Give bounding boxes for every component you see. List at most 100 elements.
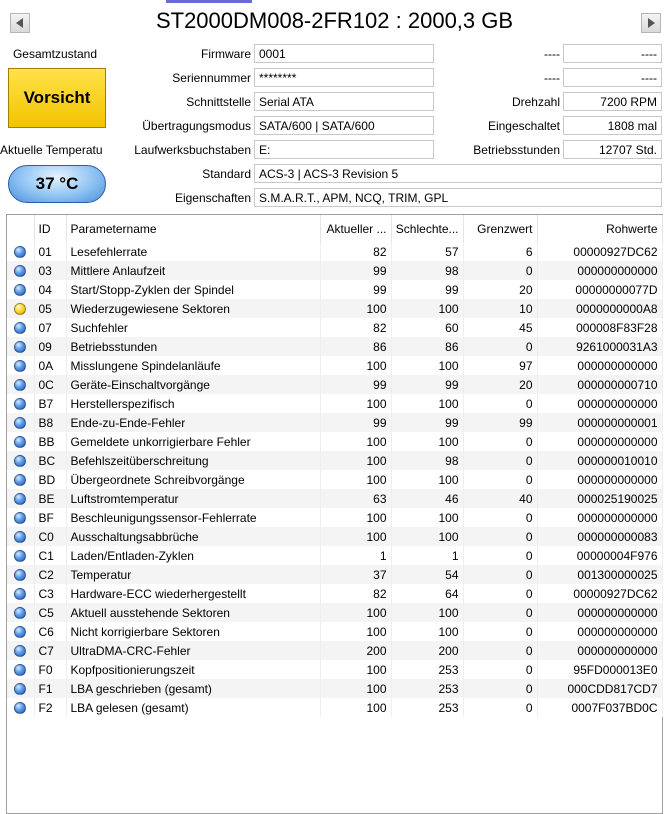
status-icon — [7, 261, 35, 280]
interface-field[interactable]: Serial ATA — [254, 92, 434, 111]
attribute-id: C1 — [34, 546, 67, 565]
raw-value: 000000000000 — [537, 641, 663, 660]
raw-value: 00000004F976 — [537, 546, 663, 565]
status-good-icon — [14, 265, 27, 278]
table-row[interactable]: BD Übergeordnete Schreibvorgänge 100 100 0 00… — [7, 470, 663, 489]
table-row[interactable]: 04 Start/Stopp-Zyklen der Spindel 99 99 20 00… — [7, 280, 663, 299]
standard-label: Standard — [202, 167, 251, 181]
status-icon — [7, 546, 35, 565]
col-header-status[interactable] — [7, 215, 35, 242]
power-on-hours-field[interactable]: 12707 Std. — [563, 140, 662, 159]
worst-value: 100 — [391, 394, 464, 413]
arrow-right-icon — [648, 18, 655, 28]
unknown-field-2[interactable]: ---- — [563, 68, 662, 87]
table-row[interactable]: BC Befehlszeitüberschreitung 100 98 0 0000000… — [7, 451, 663, 470]
attribute-name: Beschleunigungssensor-Fehlerrate — [66, 508, 321, 527]
col-header-raw[interactable]: Rohwerte — [537, 215, 663, 242]
col-header-id[interactable]: ID — [34, 215, 67, 242]
transfer-mode-field[interactable]: SATA/600 | SATA/600 — [254, 116, 434, 135]
features-label: Eigenschaften — [174, 191, 251, 205]
unknown-field-1[interactable]: ---- — [563, 44, 662, 63]
table-row[interactable]: 0A Misslungene Spindelanläufe 100 100 97 0000… — [7, 356, 663, 375]
table-row[interactable]: BB Gemeldete unkorrigierbare Fehler 100 100… — [7, 432, 663, 451]
worst-value: 253 — [391, 660, 464, 679]
threshold-value: 0 — [463, 546, 538, 565]
table-row[interactable]: B8 Ende-zu-Ende-Fehler 99 99 99 000000000001 — [7, 413, 663, 432]
status-good-icon — [14, 588, 27, 601]
status-icon — [7, 565, 35, 584]
smart-table[interactable]: ID Parametername Aktueller ... Schlechte… — [7, 215, 663, 717]
attribute-name: Gemeldete unkorrigierbare Fehler — [66, 432, 321, 451]
attribute-name: Nicht korrigierbare Sektoren — [66, 622, 321, 641]
col-header-name[interactable]: Parametername — [66, 215, 321, 242]
raw-value: 000000000000 — [537, 432, 663, 451]
worst-value: 98 — [391, 451, 464, 470]
table-row[interactable]: C3 Hardware-ECC wiederhergestellt 82 64 0 000… — [7, 584, 663, 603]
col-header-worst[interactable]: Schlechte... — [391, 215, 464, 242]
attribute-name: Lesefehlerrate — [66, 242, 321, 261]
status-caution-icon — [14, 303, 27, 316]
attribute-id: C6 — [34, 622, 67, 641]
status-icon — [7, 375, 35, 394]
table-row[interactable]: C1 Laden/Entladen-Zyklen 1 1 0 00000004F976 — [7, 546, 663, 565]
table-row[interactable]: C5 Aktuell ausstehende Sektoren 100 100 0 000… — [7, 603, 663, 622]
temperature-badge[interactable]: 37 °C — [8, 165, 106, 203]
table-row[interactable]: BF Beschleunigungssensor-Fehlerrate 100 100… — [7, 508, 663, 527]
raw-value: 00000927DC62 — [537, 242, 663, 261]
status-good-icon — [14, 702, 27, 715]
table-row[interactable]: F0 Kopfpositionierungszeit 100 253 0 95FD0000… — [7, 660, 663, 679]
attribute-name: Misslungene Spindelanläufe — [66, 356, 321, 375]
table-row[interactable]: C6 Nicht korrigierbare Sektoren 100 100 0 000… — [7, 622, 663, 641]
table-row[interactable]: 01 Lesefehlerrate 82 57 6 00000927DC62 — [7, 242, 663, 261]
table-row[interactable]: 03 Mittlere Anlaufzeit 99 98 0 000000000000 — [7, 261, 663, 280]
current-value: 100 — [320, 451, 392, 470]
raw-value: 000008F83F28 — [537, 318, 663, 337]
attribute-id: 0A — [34, 356, 67, 375]
firmware-field[interactable]: 0001 — [254, 44, 434, 63]
health-status-badge[interactable]: Vorsicht — [8, 68, 106, 128]
status-good-icon — [14, 512, 27, 525]
features-field[interactable]: S.M.A.R.T., APM, NCQ, TRIM, GPL — [254, 188, 662, 207]
status-icon — [7, 603, 35, 622]
current-value: 100 — [320, 527, 392, 546]
raw-value: 000CDD817CD7 — [537, 679, 663, 698]
threshold-value: 0 — [463, 394, 538, 413]
table-row[interactable]: C0 Ausschaltungsabbrüche 100 100 0 0000000000… — [7, 527, 663, 546]
threshold-value: 20 — [463, 375, 538, 394]
table-row[interactable]: 05 Wiederzugewiesene Sektoren 100 100 10 0000… — [7, 299, 663, 318]
attribute-name: LBA geschrieben (gesamt) — [66, 679, 321, 698]
raw-value: 00000927DC62 — [537, 584, 663, 603]
table-row[interactable]: 0C Geräte-Einschaltvorgänge 99 99 20 00000000… — [7, 375, 663, 394]
status-icon — [7, 508, 35, 527]
table-row[interactable]: 09 Betriebsstunden 86 86 0 9261000031A3 — [7, 337, 663, 356]
status-icon — [7, 698, 35, 717]
table-row[interactable]: C7 UltraDMA-CRC-Fehler 200 200 0 000000000000 — [7, 641, 663, 660]
next-disk-button[interactable] — [641, 13, 661, 33]
table-row[interactable]: B7 Herstellerspezifisch 100 100 0 00000000000… — [7, 394, 663, 413]
col-header-threshold[interactable]: Grenzwert — [463, 215, 538, 242]
table-row[interactable]: 07 Suchfehler 82 60 45 000008F83F28 — [7, 318, 663, 337]
col-header-current[interactable]: Aktueller ... — [320, 215, 392, 242]
standard-field[interactable]: ACS-3 | ACS-3 Revision 5 — [254, 164, 662, 183]
table-row[interactable]: F1 LBA geschrieben (gesamt) 100 253 0 000CDD8… — [7, 679, 663, 698]
table-header-row: ID Parametername Aktueller ... Schlechte… — [7, 215, 663, 242]
status-icon — [7, 527, 35, 546]
table-row[interactable]: C2 Temperatur 37 54 0 001300000025 — [7, 565, 663, 584]
power-on-count-field[interactable]: 1808 mal — [563, 116, 662, 135]
current-value: 63 — [320, 489, 392, 508]
power-on-count-label: Eingeschaltet — [487, 119, 560, 133]
status-icon — [7, 641, 35, 660]
drive-letter-field[interactable]: E: — [254, 140, 434, 159]
table-row[interactable]: BE Luftstromtemperatur 63 46 40 000025190025 — [7, 489, 663, 508]
table-row[interactable]: F2 LBA gelesen (gesamt) 100 253 0 0007F037BD0… — [7, 698, 663, 717]
attribute-name: Geräte-Einschaltvorgänge — [66, 375, 321, 394]
threshold-value: 20 — [463, 280, 538, 299]
status-icon — [7, 318, 35, 337]
raw-value: 0007F037BD0C — [537, 698, 663, 717]
smart-table-container[interactable]: ID Parametername Aktueller ... Schlechte… — [6, 214, 663, 814]
worst-value: 46 — [391, 489, 464, 508]
attribute-name: Herstellerspezifisch — [66, 394, 321, 413]
rotation-rate-field[interactable]: 7200 RPM — [563, 92, 662, 111]
status-good-icon — [14, 417, 27, 430]
serial-field[interactable]: ******** — [254, 68, 434, 87]
